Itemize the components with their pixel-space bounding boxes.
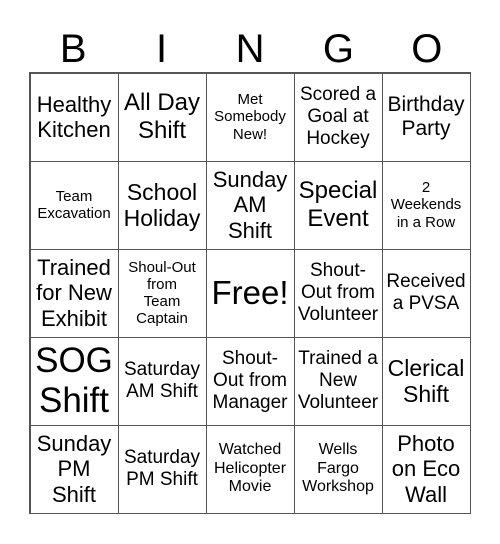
bingo-cell[interactable]: Saturday AM Shift [117, 336, 207, 426]
bingo-cell[interactable]: Birthday Party [381, 72, 471, 162]
bingo-cell[interactable]: Healthy Kitchen [29, 72, 119, 162]
bingo-cell[interactable]: Met Somebody New! [205, 72, 295, 162]
header-letter-o: O [411, 27, 443, 71]
bingo-cell[interactable]: Scored a Goal at Hockey [293, 72, 383, 162]
bingo-cell[interactable]: Saturday PM Shift [117, 424, 207, 514]
bingo-cell[interactable]: Sunday PM Shift [29, 424, 119, 514]
bingo-cell[interactable]: Trained for New Exhibit [29, 248, 119, 338]
bingo-cell[interactable]: Wells Fargo Workshop [293, 424, 383, 514]
bingo-cell[interactable]: Received a PVSA [381, 248, 471, 338]
bingo-cell[interactable]: Team Excavation [29, 160, 119, 250]
bingo-cell[interactable]: School Holiday [117, 160, 207, 250]
bingo-cell[interactable]: Trained a New Volunteer [293, 336, 383, 426]
bingo-cell[interactable]: Shout- Out from Manager [205, 336, 295, 426]
header-letter-g: G [322, 27, 354, 71]
header-letter-n: N [235, 27, 265, 71]
header-letter-b: B [59, 27, 87, 71]
bingo-cell[interactable]: Photo on Eco Wall [381, 424, 471, 514]
bingo-cell[interactable]: Clerical Shift [381, 336, 471, 426]
bingo-cell[interactable]: Watched Helicopter Movie [205, 424, 295, 514]
bingo-cell[interactable]: 2 Weekends in a Row [381, 160, 471, 250]
bingo-cell[interactable]: Special Event [293, 160, 383, 250]
bingo-cell[interactable]: Sunday AM Shift [205, 160, 295, 250]
bingo-cell[interactable]: SOG Shift [29, 336, 119, 426]
header-letter-i: I [156, 27, 168, 71]
bingo-header: B I N G O [29, 26, 471, 72]
bingo-cell[interactable]: Shoul-Out from Team Captain [117, 248, 207, 338]
bingo-cell[interactable]: Shout- Out from Volunteer [293, 248, 383, 338]
free-space-cell[interactable]: Free! [205, 248, 295, 338]
bingo-cell[interactable]: All Day Shift [117, 72, 207, 162]
bingo-grid: Healthy Kitchen All Day Shift Met Somebo… [29, 72, 471, 514]
